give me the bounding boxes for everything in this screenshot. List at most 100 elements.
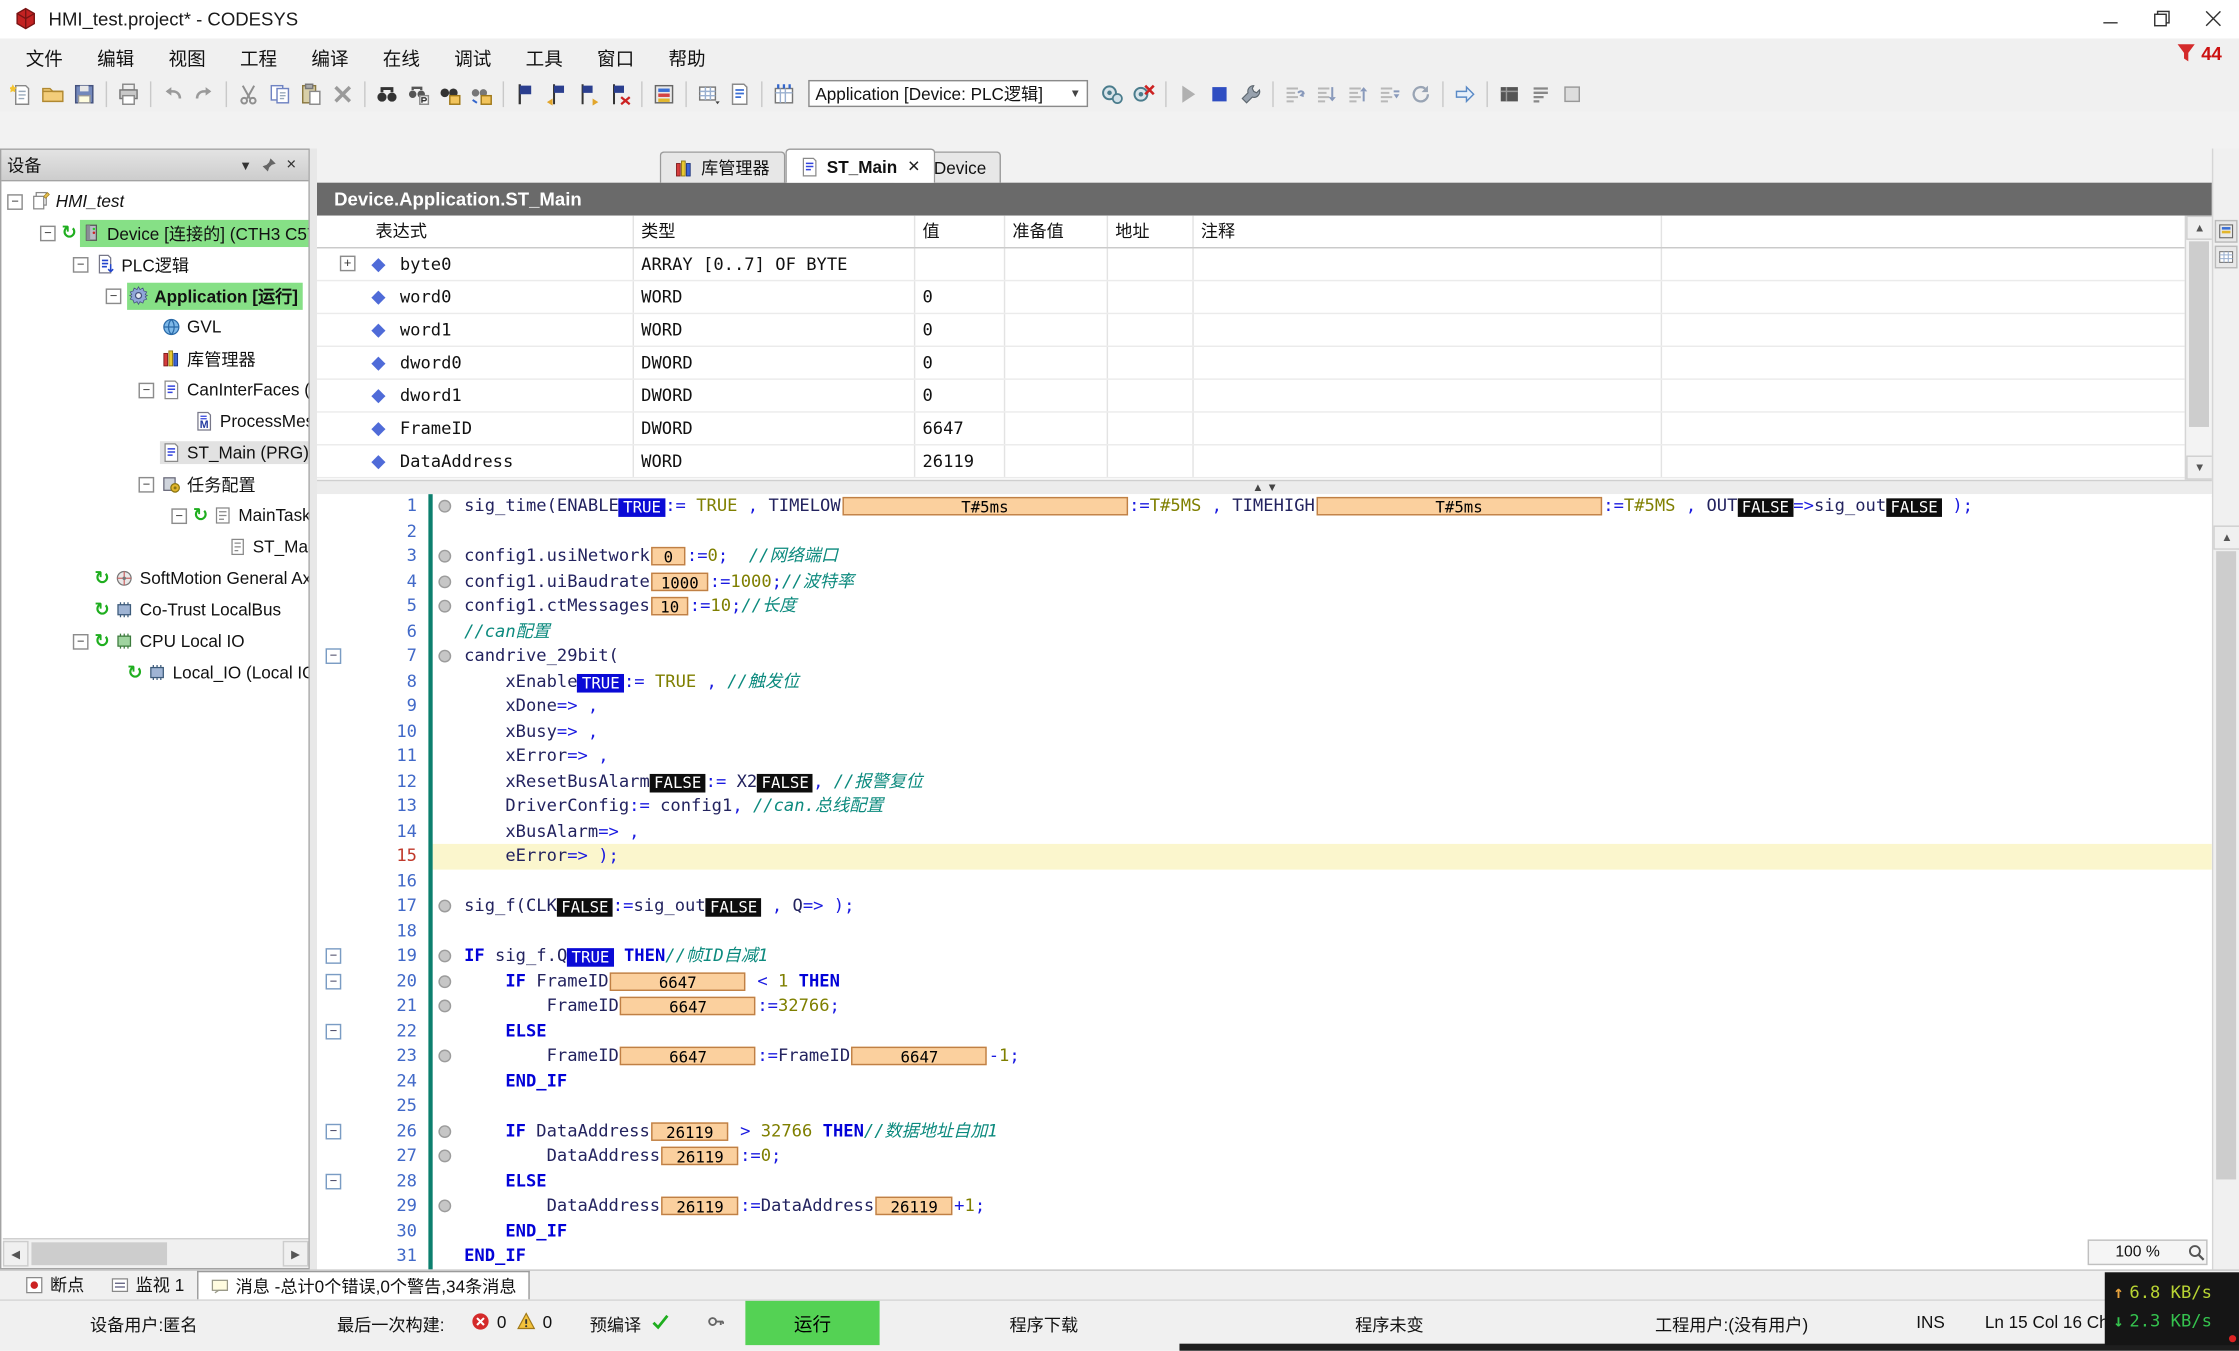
menu-item-视图[interactable]: 视图 (151, 42, 222, 75)
tree-item[interactable]: −Application [运行] (1, 280, 308, 311)
bottom-tab-消息 -总计0个错误,0个警告,34条消息[interactable]: 消息 -总计0个错误,0个警告,34条消息 (197, 1271, 529, 1300)
maximize-button[interactable] (2136, 0, 2187, 37)
minimize-button[interactable] (2085, 0, 2136, 37)
fold-collapse-icon[interactable]: − (326, 648, 342, 664)
code-scrollbar-thumb[interactable] (2216, 551, 2236, 1179)
code-line[interactable]: 8 xEnableTRUE:= TRUE , //触发位 (317, 669, 2212, 694)
tree-expander-icon[interactable]: − (139, 382, 155, 398)
insert-object-button[interactable] (693, 78, 724, 109)
replace-objects-button[interactable] (466, 78, 497, 109)
menu-item-文件[interactable]: 文件 (9, 42, 80, 75)
stop-button[interactable] (1204, 78, 1235, 109)
code-line[interactable]: 1sig_time(ENABLETRUE:= TRUE , TIMELOWT#5… (317, 494, 2212, 519)
fold-collapse-icon[interactable]: − (326, 1023, 342, 1039)
scroll-right-icon[interactable]: ▶ (283, 1241, 309, 1267)
code-line[interactable]: 6//can配置 (317, 619, 2212, 644)
code-line[interactable]: 13 DriverConfig:= config1, //can.总线配置 (317, 794, 2212, 819)
step-over-button[interactable] (1279, 78, 1310, 109)
logout-button[interactable] (1128, 78, 1159, 109)
tree-item[interactable]: ↻Local_IO (Local IO) (1, 657, 308, 688)
print-button[interactable] (113, 78, 144, 109)
menu-item-工程[interactable]: 工程 (223, 42, 294, 75)
code-line[interactable]: −26 IF DataAddress26119 > 32766 THEN//数据… (317, 1119, 2212, 1144)
column-header-准备值[interactable]: 准备值 (1012, 216, 1063, 247)
tab-ST_Main[interactable]: ST_Main✕ (785, 149, 934, 183)
tree-item[interactable]: −↻Device [连接的] (CTH3 C57-103 (1, 217, 308, 248)
code-line[interactable]: 31END_IF (317, 1244, 2212, 1269)
code-line[interactable]: 14 xBusAlarm=> , (317, 819, 2212, 844)
close-button[interactable] (2188, 0, 2239, 37)
code-line[interactable]: 10 xBusy=> , (317, 719, 2212, 744)
code-line[interactable]: 24 END_IF (317, 1069, 2212, 1094)
paste-button[interactable] (296, 78, 327, 109)
tree-expander-icon[interactable]: − (40, 225, 56, 241)
table-vertical-scrollbar[interactable]: ▲ ▼ (2185, 216, 2214, 480)
breakpoint-dot-icon[interactable] (438, 1124, 451, 1137)
scrollbar-thumb[interactable] (31, 1242, 167, 1265)
panel-close-button[interactable]: ✕ (280, 154, 303, 177)
tree-item[interactable]: 库管理器 (1, 343, 308, 374)
tab-库管理器[interactable]: 库管理器 (660, 151, 786, 182)
tree-expander-icon[interactable]: − (171, 508, 187, 524)
breakpoint-dot-icon[interactable] (438, 950, 451, 963)
copy-button[interactable] (264, 78, 295, 109)
code-line[interactable]: 3config1.usiNetwork0:=0; //网络端口 (317, 544, 2212, 569)
list-view-button[interactable] (1525, 78, 1556, 109)
table-row[interactable]: ◆dword1DWORD0 (317, 380, 2185, 413)
breakpoint-dot-icon[interactable] (438, 975, 451, 988)
table-row[interactable]: +◆byte0ARRAY [0..7] OF BYTE (317, 248, 2185, 281)
table-row[interactable]: ◆DataAddressWORD26119 (317, 446, 2185, 479)
save-button[interactable] (69, 78, 100, 109)
reset-button[interactable] (1405, 78, 1436, 109)
new-page-button[interactable] (724, 78, 755, 109)
precompile-message-indicator[interactable]: 44 (2174, 41, 2222, 64)
code-line[interactable]: 29 DataAddress26119:=DataAddress26119+1; (317, 1194, 2212, 1219)
code-line[interactable]: 17sig_f(CLKFALSE:=sig_outFALSE , Q=> ); (317, 894, 2212, 919)
cut-button[interactable] (233, 78, 264, 109)
find-button[interactable] (371, 78, 402, 109)
tab-close-icon[interactable]: ✕ (907, 157, 920, 176)
tree-expander-icon[interactable]: − (139, 476, 155, 492)
code-line[interactable]: 5config1.ctMessages10:=10;//长度 (317, 594, 2212, 619)
tree-item[interactable]: GVL (1, 311, 308, 342)
run-to-cursor-button[interactable] (1374, 78, 1405, 109)
column-header-值[interactable]: 值 (922, 216, 939, 247)
code-line[interactable]: −20 IF FrameID6647 < 1 THEN (317, 969, 2212, 994)
panel-menu-button[interactable]: ▼ (234, 154, 257, 177)
tree-item[interactable]: ↻Co-Trust LocalBus (1, 594, 308, 625)
code-line[interactable]: −7candrive_29bit( (317, 644, 2212, 669)
column-header-类型[interactable]: 类型 (641, 216, 675, 247)
tree-item[interactable]: −HMI_test (1, 186, 308, 217)
declaration-view-button[interactable] (2215, 220, 2238, 243)
menu-item-编译[interactable]: 编译 (294, 42, 365, 75)
previous-bookmark-button[interactable] (541, 78, 572, 109)
tree-item[interactable]: −PLC逻辑 (1, 248, 308, 279)
next-statement-button[interactable] (1449, 78, 1480, 109)
tree-item[interactable]: −CanInterFaces (FB) (1, 374, 308, 405)
more-options-button[interactable] (1556, 78, 1587, 109)
new-project-button[interactable] (6, 78, 37, 109)
code-line[interactable]: 27 DataAddress26119:=0; (317, 1144, 2212, 1169)
open-project-button[interactable] (37, 78, 68, 109)
code-line[interactable]: 25 (317, 1094, 2212, 1119)
tree-item[interactable]: MProcessMessage (1, 406, 308, 437)
code-line[interactable]: 18 (317, 919, 2212, 944)
breakpoint-dot-icon[interactable] (438, 550, 451, 563)
scroll-left-icon[interactable]: ◀ (3, 1241, 29, 1267)
tree-item[interactable]: −↻MainTask (1, 500, 308, 531)
undo-button[interactable] (157, 78, 188, 109)
breakpoint-dot-icon[interactable] (438, 600, 451, 613)
tree-expander-icon[interactable]: − (106, 288, 122, 304)
editor-zoom-control[interactable]: 100 % (2088, 1239, 2208, 1265)
breakpoint-dot-icon[interactable] (438, 1050, 451, 1063)
table-row[interactable]: ◆word0WORD0 (317, 281, 2185, 314)
tree-item[interactable]: −↻CPU Local IO (1, 625, 308, 656)
flow-control-button[interactable] (1494, 78, 1525, 109)
column-header-表达式[interactable]: 表达式 (376, 216, 427, 247)
tree-expander-icon[interactable]: − (73, 256, 89, 272)
menu-item-调试[interactable]: 调试 (437, 42, 508, 75)
tree-expander-icon[interactable]: − (7, 193, 23, 209)
menu-item-工具[interactable]: 工具 (508, 42, 579, 75)
column-header-注释[interactable]: 注释 (1201, 216, 1235, 247)
fold-collapse-icon[interactable]: − (326, 973, 342, 989)
